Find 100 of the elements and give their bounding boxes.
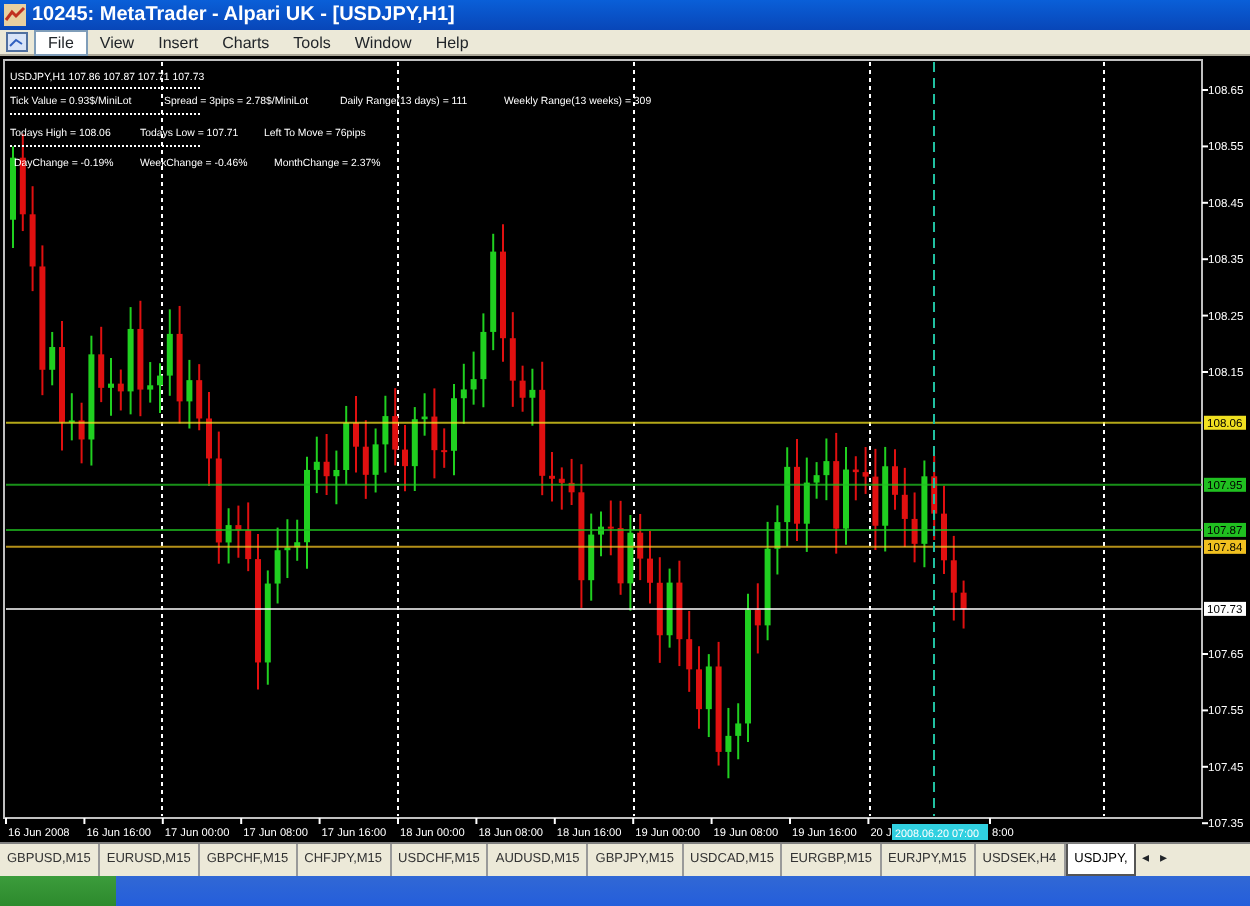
candlestick [117,368,124,412]
app-icon [4,4,26,26]
candlestick [88,334,95,467]
menu-item[interactable]: Help [423,29,481,55]
menu-item[interactable]: Insert [146,29,211,55]
candlestick [166,308,173,397]
candlestick [901,466,908,548]
candlestick [431,387,438,480]
candlestick [480,312,487,409]
candlestick [647,530,653,605]
candlestick [862,445,869,495]
candlestick [872,447,879,551]
candlestick [470,350,477,406]
candlestick [29,185,36,293]
candlestick [686,610,693,693]
menu-item[interactable]: File [34,29,88,55]
candlestick [911,491,918,564]
candlestick [852,455,859,502]
candlestick [813,461,820,500]
candlestick [509,311,516,408]
candlestick [568,457,575,506]
candlestick [353,394,359,474]
candlestick [147,361,154,404]
candlestick [921,459,928,569]
candlestick [441,427,448,469]
candlestick [656,556,663,664]
candlestick [598,510,604,558]
candlestick [941,484,947,575]
candlestick [392,387,399,467]
candlestick [49,330,56,387]
candlestick [950,534,957,622]
candlestick [519,364,526,413]
candlestick [627,514,634,612]
candlestick [196,363,203,432]
candlestick [637,512,644,582]
candlestick [549,450,555,503]
candlestick [421,392,428,437]
candlestick [460,362,467,425]
candlestick [676,559,683,668]
candlestick [705,653,712,739]
candlestick [245,501,252,573]
candlestick [588,512,595,602]
candlestick [333,449,340,506]
candlestick [215,430,222,565]
candlestick [294,518,301,562]
start-button[interactable] [0,876,116,906]
menu-item[interactable]: View [87,29,147,55]
candlestick [715,640,722,767]
candlestick [774,504,781,576]
chart-window-icon[interactable] [6,32,28,52]
candlestick [343,404,350,486]
candlestick [372,427,379,494]
candlestick [784,446,791,548]
candlestick [362,419,369,500]
menu-item[interactable]: Charts [210,29,282,55]
candlestick [666,567,673,649]
candlestick [764,520,771,642]
candlestick [304,455,310,570]
candlestick [108,357,114,417]
candlestick [313,435,320,495]
candlestick [607,499,614,557]
menu-item[interactable]: Tools [281,29,343,55]
candlestick [794,438,800,543]
candlestick [137,299,144,418]
candlestick [490,232,497,352]
candlestick [186,358,193,430]
candlestick [892,448,898,511]
candlestick [882,445,889,553]
menu-item[interactable]: Window [342,29,424,55]
candlestick [617,499,624,596]
candlestick [127,306,134,416]
candlestick [206,390,212,487]
candlestick [402,424,408,493]
candlestick [176,304,183,425]
candlestick [500,223,506,363]
candlestick [823,437,830,502]
candlestick [803,456,810,553]
candlestick [225,507,232,565]
candlestick [284,518,291,580]
candlestick [960,579,967,630]
candlestick [274,526,281,605]
candlestick [323,433,330,496]
candlestick [264,569,271,686]
candlestick [833,431,840,555]
candlestick [558,466,565,511]
candlestick [382,394,389,474]
candlestick [725,706,732,780]
candlestick [78,401,85,465]
candlestick [843,446,849,546]
candlestick [529,367,536,427]
window-title: 10245: MetaTrader - Alpari UK - [USDJPY,H1] [32,2,455,30]
candlestick [735,702,742,761]
candlestick [68,392,75,442]
candlestick [451,383,457,477]
candlestick [696,645,702,730]
candlestick [754,582,761,655]
candlestick [98,325,105,404]
candlestick [59,319,65,452]
candlestick [411,406,418,492]
candlestick [235,504,242,559]
